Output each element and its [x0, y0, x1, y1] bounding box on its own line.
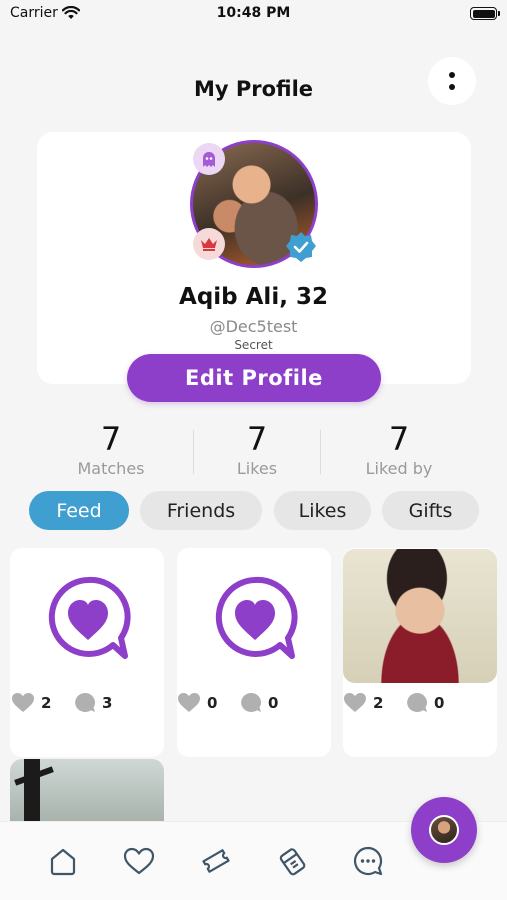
- stat-label: Likes: [236, 459, 278, 478]
- tab-likes[interactable]: Likes: [274, 491, 371, 530]
- post-comments: 0: [240, 692, 278, 713]
- stat-liked-by[interactable]: 7 Liked by: [334, 420, 464, 478]
- post-comments: 0: [406, 692, 444, 713]
- home-icon[interactable]: [46, 844, 80, 878]
- crown-icon: [193, 228, 225, 260]
- stat-matches[interactable]: 7 Matches: [46, 420, 176, 478]
- comment-icon: [75, 693, 95, 712]
- like-count: 2: [373, 693, 384, 712]
- like-count: 2: [41, 693, 52, 712]
- like-count: 0: [207, 693, 218, 712]
- comment-icon: [241, 693, 261, 712]
- more-vertical-icon[interactable]: [428, 57, 476, 105]
- comment-count: 3: [102, 693, 113, 712]
- battery-icon: [470, 7, 500, 20]
- stat-label: Matches: [77, 459, 145, 478]
- tab-gifts[interactable]: Gifts: [382, 491, 479, 530]
- verified-icon: [284, 230, 318, 264]
- chat-heart-icon: [215, 576, 298, 659]
- status-bar: Carrier 10:48 PM: [0, 0, 507, 30]
- post-likes: 2: [343, 692, 383, 713]
- edit-profile-button[interactable]: Edit Profile: [127, 354, 381, 402]
- post-likes: 0: [177, 692, 217, 713]
- fab-avatar: [429, 815, 459, 845]
- heart-icon: [344, 693, 366, 712]
- tab-friends[interactable]: Friends: [140, 491, 262, 530]
- ghost-icon: [193, 143, 225, 175]
- stat-likes[interactable]: 7 Likes: [192, 420, 322, 478]
- tab-feed[interactable]: Feed: [29, 491, 129, 530]
- story-fab-button[interactable]: [411, 797, 477, 863]
- ticket-icon[interactable]: [199, 844, 233, 878]
- profile-name: Aqib Ali, 32: [179, 284, 328, 310]
- status-time: 10:48 PM: [216, 5, 291, 21]
- privacy-label: Secret: [234, 338, 273, 352]
- post-photo[interactable]: [10, 759, 164, 821]
- comment-icon: [407, 693, 427, 712]
- post-comments: 3: [74, 692, 112, 713]
- profile-username: @Dec5test: [209, 317, 298, 336]
- comment-count: 0: [268, 693, 279, 712]
- post-photo[interactable]: [343, 549, 497, 683]
- stat-label: Liked by: [365, 459, 433, 478]
- stat-value: 7: [388, 420, 410, 458]
- stat-divider: [320, 430, 321, 474]
- heart-icon: [12, 693, 34, 712]
- stat-value: 7: [246, 420, 268, 458]
- gift-icon[interactable]: [275, 844, 309, 878]
- comment-count: 0: [434, 693, 445, 712]
- heart-icon[interactable]: [122, 844, 156, 878]
- post-likes: 2: [11, 692, 51, 713]
- chat-heart-icon: [48, 576, 131, 659]
- stat-value: 7: [100, 420, 122, 458]
- heart-icon: [178, 693, 200, 712]
- chat-icon[interactable]: [351, 844, 385, 878]
